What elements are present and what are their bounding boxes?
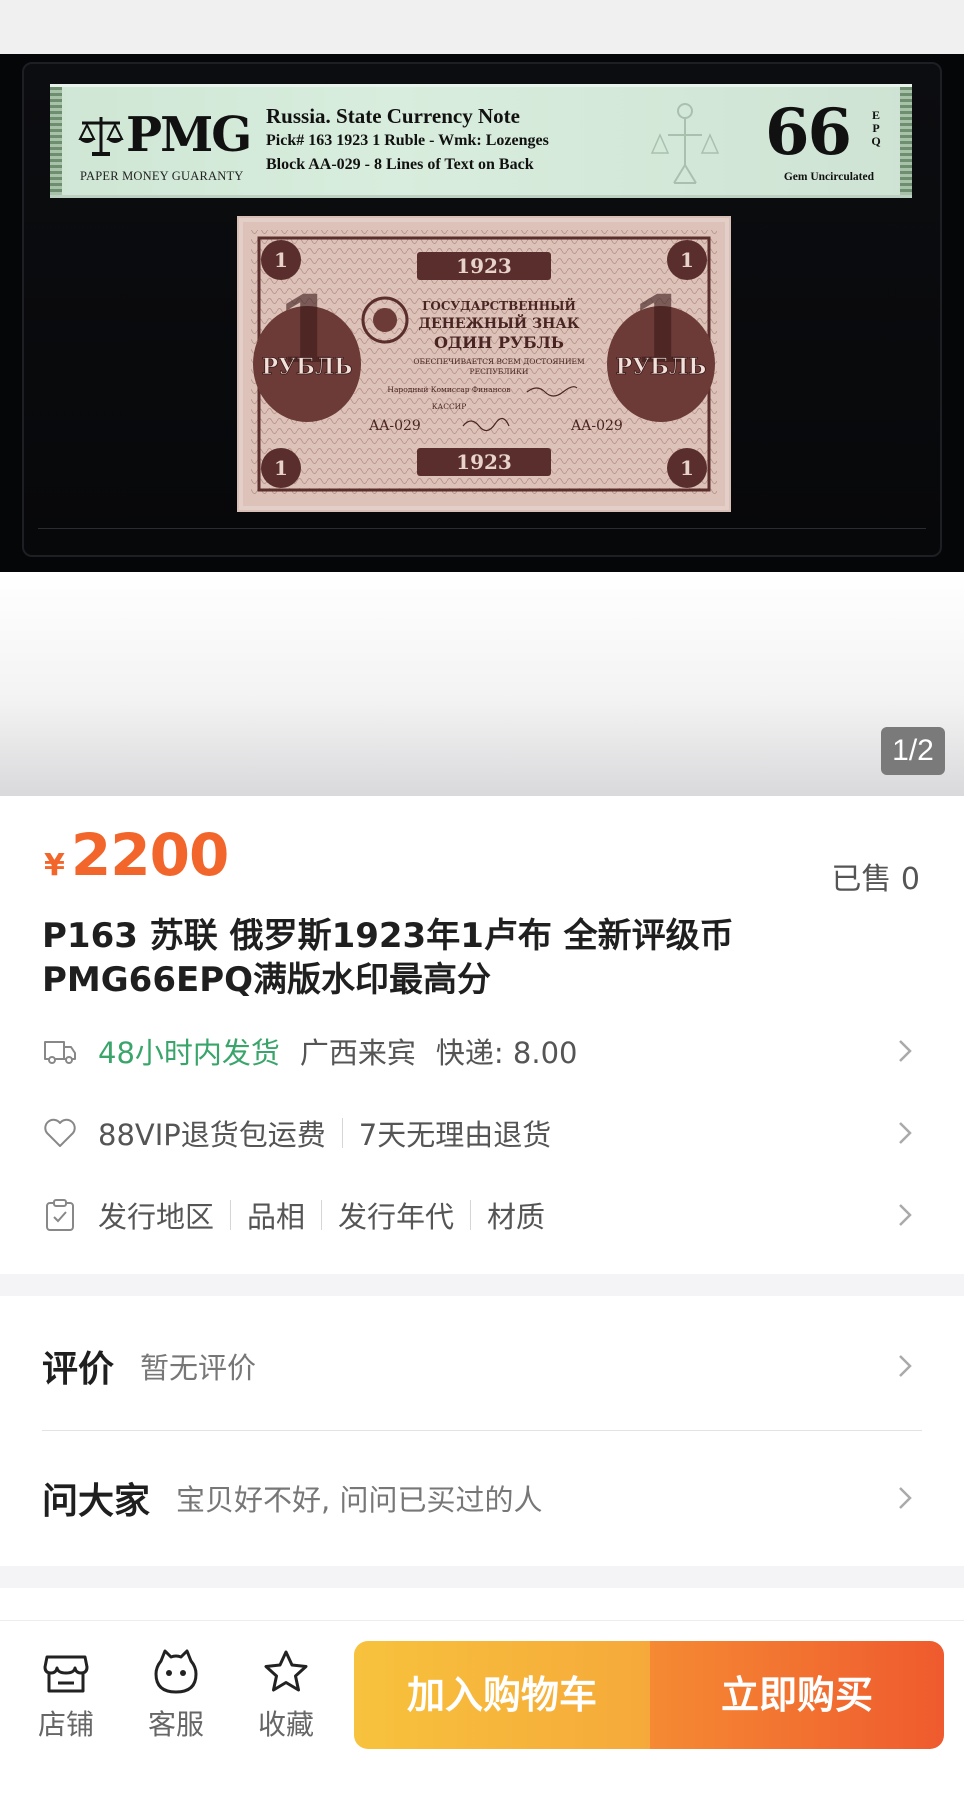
product-title[interactable]: P163 苏联 俄罗斯1923年1卢布 全新评级币 PMG66EPQ满版水印最高…: [42, 914, 922, 1002]
note-year-top: 1923: [456, 254, 512, 278]
grade-number: 66: [764, 95, 852, 170]
banknote-artwork: 1 1 1 1 1923 1923 1 1 РУБЛЬ РУБЛЬ ГОСУДА…: [243, 222, 725, 506]
label-line-2: Pick# 163 1923 1 Ruble - Wmk: Lozenges: [266, 132, 549, 149]
chevron-right-icon: [899, 1040, 912, 1062]
customer-service-icon: [154, 1649, 198, 1694]
currency-symbol: ¥: [44, 848, 65, 883]
separator: [321, 1200, 323, 1230]
note-small-4: КАССИР: [432, 402, 467, 411]
reviews-row[interactable]: 评价 暂无评价: [42, 1336, 922, 1396]
chevron-right-icon: [899, 1355, 912, 1377]
reviews-subtitle: 暂无评价: [140, 1351, 257, 1385]
param-era: 发行年代: [338, 1200, 455, 1234]
product-image-gallery[interactable]: PMG PAPER MONEY GUARANTY Russia. State C…: [0, 0, 964, 796]
banknote-slab-image[interactable]: PMG PAPER MONEY GUARANTY Russia. State C…: [0, 54, 964, 572]
reviews-section: 评价 暂无评价 问大家 宝贝好不好, 问问已买过的人: [0, 1296, 964, 1566]
bottom-action-bar: 店铺 客服 收藏 加入购物车 立即购买: [0, 1620, 964, 1800]
customer-service-label: 客服: [147, 1708, 204, 1741]
note-small-2: РЕСПУБЛИКИ: [470, 367, 529, 376]
label-description: Russia. State Currency Note Pick# 163 19…: [266, 103, 549, 177]
note-small-1: ОБЕСПЕЧИВАЕТСЯ ВСЕМ ДОСТОЯНИЕМ: [413, 357, 585, 366]
product-info: ¥ 2200 已售 0 P163 苏联 俄罗斯1923年1卢布 全新评级币 PM…: [0, 796, 964, 1274]
pmg-logo: PMG: [78, 105, 268, 167]
shipping-time: 48小时内发货: [98, 1036, 280, 1070]
side-word-left: РУБЛЬ: [262, 354, 353, 380]
note-heading-1: ГОСУДАРСТВЕННЫЙ: [422, 297, 576, 313]
separator: [470, 1200, 472, 1230]
pmg-brand: PMG: [126, 107, 252, 163]
ask-row[interactable]: 问大家 宝贝好不好, 问问已买过的人: [42, 1468, 922, 1528]
heart-icon: [44, 1118, 76, 1147]
ask-subtitle: 宝贝好不好, 问问已买过的人: [176, 1483, 543, 1517]
param-material: 材质: [487, 1200, 546, 1234]
price: ¥ 2200: [44, 820, 229, 890]
service-row[interactable]: 88VIP退货包运费 7天无理由退货: [42, 1108, 922, 1158]
note-serial-right: AA-029: [570, 418, 623, 434]
sold-count: 已售 0: [831, 862, 920, 897]
shipping-row[interactable]: 48小时内发货 广西来宾 快递: 8.00: [42, 1026, 922, 1076]
row-divider: [42, 1430, 922, 1431]
label-watermark-figure: [650, 103, 720, 184]
shop-tab[interactable]: 店铺: [26, 1647, 106, 1743]
favorite-label: 收藏: [257, 1708, 314, 1741]
param-condition: 品相: [247, 1200, 306, 1234]
side-word-right: РУБЛЬ: [616, 354, 707, 380]
grade-suffix: EPQ: [871, 108, 881, 148]
banknote-image: 1 1 1 1 1923 1923 1 1 РУБЛЬ РУБЛЬ ГОСУДА…: [237, 216, 731, 512]
note-heading-3: ОДИН РУБЛЬ: [434, 333, 564, 352]
note-small-3: Народный Комиссар Финансов: [387, 385, 510, 394]
section-divider: [0, 1274, 964, 1296]
ask-title: 问大家: [42, 1481, 151, 1522]
corner-number-tl: 1: [274, 248, 288, 272]
favorite-tab[interactable]: 收藏: [246, 1647, 326, 1743]
price-value: 2200: [70, 821, 229, 889]
star-icon: [264, 1650, 308, 1692]
note-serial-left: AA-029: [368, 418, 421, 434]
label-line-3: Block AA-029 - 8 Lines of Text on Back: [266, 156, 534, 173]
service-item-return-shipping: 88VIP退货包运费: [98, 1118, 326, 1152]
params-row[interactable]: 发行地区 品相 发行年代 材质: [42, 1190, 922, 1240]
section-divider: [0, 1566, 964, 1588]
shipping-origin: 广西来宾: [299, 1036, 416, 1070]
buy-now-button[interactable]: 立即购买: [650, 1641, 944, 1749]
separator: [230, 1200, 232, 1230]
chevron-right-icon: [899, 1122, 912, 1144]
delivery-truck-icon: [44, 1041, 76, 1064]
add-to-cart-button[interactable]: 加入购物车: [354, 1641, 650, 1749]
pmg-label: PMG PAPER MONEY GUARANTY Russia. State C…: [50, 84, 912, 198]
shop-label: 店铺: [37, 1708, 94, 1741]
image-page-indicator: 1/2: [881, 727, 945, 775]
store-icon: [43, 1655, 89, 1693]
scale-icon: [78, 117, 124, 156]
service-item-7day-return: 7天无理由退货: [358, 1118, 552, 1152]
note-heading-2: ДЕНЕЖНЫЙ ЗНАК: [419, 313, 580, 332]
note-year-bottom: 1923: [456, 450, 512, 474]
corner-number-tr: 1: [680, 248, 694, 272]
corner-number-br: 1: [680, 456, 694, 480]
chevron-right-icon: [899, 1204, 912, 1226]
clipboard-icon: [46, 1199, 74, 1231]
reviews-title: 评价: [42, 1349, 115, 1390]
grade-description: Gem Uncirculated: [783, 171, 874, 183]
separator: [341, 1118, 343, 1148]
pmg-brand-subtitle: PAPER MONEY GUARANTY: [80, 169, 244, 183]
param-region: 发行地区: [98, 1200, 215, 1234]
shipping-fee: 快递: 8.00: [435, 1036, 578, 1070]
customer-service-tab[interactable]: 客服: [136, 1647, 216, 1743]
label-line-1: Russia. State Currency Note: [266, 104, 520, 128]
corner-number-bl: 1: [274, 456, 288, 480]
chevron-right-icon: [899, 1487, 912, 1509]
